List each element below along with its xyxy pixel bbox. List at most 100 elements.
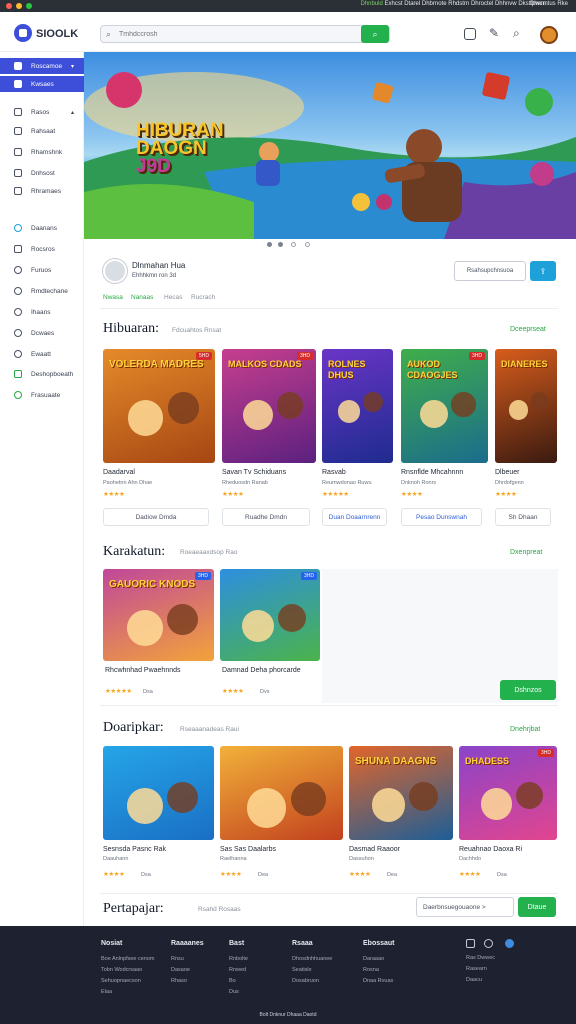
footer-link[interactable]: Elaa bbox=[101, 989, 112, 995]
see-all-link[interactable]: Dceeprseat bbox=[510, 326, 546, 333]
game-thumbnail[interactable]: ROLNES DHUS bbox=[322, 349, 393, 463]
os-link[interactable]: Dhhnvw bbox=[495, 1, 517, 7]
game-card[interactable]: SHUNA DAAGNS Dasmad Raaoor Dassuhon ★★★★ Dea bbox=[349, 746, 453, 886]
newsletter-input[interactable]: Daerbnsuegouaone > bbox=[416, 897, 514, 917]
game-card[interactable]: ROLNES DHUS Rasvab Reumwdonao Ruwu ★★★★★ Dua… bbox=[322, 349, 393, 529]
sidebar-item-6[interactable]: Dnhsost bbox=[0, 165, 84, 181]
game-card[interactable]: GAUORIC KNODS 3HD Rhcwhnhad Pwaehnnds ★★★★★… bbox=[103, 569, 214, 701]
instagram-icon[interactable] bbox=[466, 939, 475, 948]
game-thumbnail[interactable]: AUKOD CDAOGJES 3HD bbox=[401, 349, 488, 463]
tab-4[interactable]: Rucrach bbox=[191, 294, 215, 301]
carousel-dot[interactable] bbox=[305, 242, 310, 247]
sidebar-item-10[interactable]: Furuos bbox=[0, 262, 84, 278]
game-thumbnail[interactable] bbox=[220, 746, 343, 840]
footer-link[interactable]: Rnbolte bbox=[229, 956, 248, 962]
game-card[interactable]: DIANERES Dlbeuer Dhrdofgenn ★★★★ Sh Dhaan bbox=[495, 349, 557, 529]
minimize-window-icon[interactable] bbox=[16, 3, 22, 9]
game-card[interactable]: Sas Sas Daalarbs Raelhanna ★★★★ Dea bbox=[220, 746, 343, 886]
footer-link[interactable]: Rosna bbox=[363, 967, 379, 973]
game-title[interactable]: Rnsnflde Mhcahnnn bbox=[401, 469, 463, 476]
game-card[interactable]: AUKOD CDAOGJES 3HD Rnsnflde Mhcahnnn Dnknoh… bbox=[401, 349, 488, 529]
card-action-button[interactable]: Ruadhe Dmdn bbox=[222, 508, 310, 526]
see-all-link[interactable]: Dxenpreat bbox=[510, 549, 542, 556]
logo-icon[interactable] bbox=[14, 24, 32, 42]
channel-name[interactable]: Dlnmahan Hua bbox=[132, 261, 185, 270]
card-action-button[interactable]: Pesao Dunswnah bbox=[401, 508, 482, 526]
os-link[interactable]: Dhroctel bbox=[471, 1, 493, 7]
os-link[interactable]: Exhcst bbox=[385, 1, 403, 7]
os-link[interactable]: Rhdstrn bbox=[448, 1, 469, 7]
game-card[interactable]: DHADESS 3HD Reuahnao Daoxa Ri Dachhdo ★★★★ Ds… bbox=[459, 746, 557, 886]
game-card[interactable]: 3HD Damnad Deha phorcarde ★★★★ Dvs bbox=[220, 569, 320, 701]
card-action-button[interactable]: Sh Dhaan bbox=[495, 508, 551, 526]
footer-link[interactable]: Bo bbox=[229, 978, 236, 984]
sidebar-item-2[interactable]: Kwsaes bbox=[0, 76, 84, 92]
tab-2[interactable]: Nanaas bbox=[131, 294, 153, 301]
sidebar-item-11[interactable]: Rmdtechane bbox=[0, 283, 84, 299]
subscribe-button[interactable]: Rsahsupchnsuoa bbox=[454, 261, 526, 281]
facebook-icon[interactable] bbox=[505, 939, 514, 948]
footer-link[interactable]: Ras Dwwec bbox=[466, 955, 495, 961]
footer-link[interactable]: Dnaa Rvuas bbox=[363, 978, 393, 984]
footer-link[interactable]: Daraaao bbox=[363, 956, 384, 962]
cast-icon[interactable] bbox=[464, 28, 476, 40]
game-title[interactable]: Sas Sas Daalarbs bbox=[220, 846, 276, 853]
footer-link[interactable]: Seatisle bbox=[292, 967, 312, 973]
footer-link[interactable]: Rnsu bbox=[171, 956, 184, 962]
newsletter-submit-button[interactable]: Dtaue bbox=[518, 897, 556, 917]
tab-3[interactable]: Hecas bbox=[164, 294, 182, 301]
sidebar-item-15[interactable]: Deshopboeath bbox=[0, 366, 84, 382]
footer-link[interactable]: Dasaoe bbox=[171, 967, 190, 973]
footer-link[interactable]: Dosabruon bbox=[292, 978, 319, 984]
footer-link[interactable]: Boe Anlnpfsee cenom bbox=[101, 956, 155, 962]
sidebar-item-8[interactable]: Daanans bbox=[0, 220, 84, 236]
os-link[interactable]: Dhbrnote bbox=[422, 1, 447, 7]
game-thumbnail[interactable]: SHUNA DAAGNS bbox=[349, 746, 453, 840]
game-title[interactable]: Savan Tv Schiduans bbox=[222, 469, 286, 476]
channel-avatar[interactable] bbox=[103, 259, 127, 283]
game-thumbnail[interactable]: DHADESS 3HD bbox=[459, 746, 557, 840]
os-user-name[interactable]: Dhenntus Rke bbox=[530, 1, 568, 7]
game-thumbnail[interactable] bbox=[103, 746, 214, 840]
sidebar-item-16[interactable]: Frasuaate bbox=[0, 387, 84, 403]
sidebar-item-12[interactable]: Ihaans bbox=[0, 304, 84, 320]
game-title[interactable]: Dlbeuer bbox=[495, 469, 520, 476]
game-thumbnail[interactable]: 3HD bbox=[220, 569, 320, 661]
game-title[interactable]: Daadarval bbox=[103, 469, 135, 476]
see-all-link[interactable]: Dnehrjbat bbox=[510, 726, 540, 733]
sidebar-item-9[interactable]: Rocsros bbox=[0, 241, 84, 257]
tab-1[interactable]: Nwasa bbox=[103, 294, 123, 301]
share-button[interactable]: ⇪ bbox=[530, 261, 556, 281]
footer-link[interactable]: Daacu bbox=[466, 977, 482, 983]
search-button[interactable]: ⌕ bbox=[361, 25, 389, 43]
game-thumbnail[interactable]: MALKOS CDADS 3HD bbox=[222, 349, 316, 463]
footer-link[interactable]: Rnwed bbox=[229, 967, 246, 973]
game-thumbnail[interactable]: GAUORIC KNODS 3HD bbox=[103, 569, 214, 661]
os-link[interactable]: Dtarel bbox=[404, 1, 420, 7]
sidebar-item-14[interactable]: Ewaatt bbox=[0, 346, 84, 362]
sidebar-item-7[interactable]: Rhramaes bbox=[0, 183, 84, 199]
edit-icon[interactable]: ✎ bbox=[489, 26, 499, 40]
sidebar-item-4[interactable]: Rahsaat bbox=[0, 123, 84, 139]
game-title[interactable]: Rasvab bbox=[322, 469, 346, 476]
sidebar-item-13[interactable]: Dcwaes bbox=[0, 325, 84, 341]
game-thumbnail[interactable]: DIANERES bbox=[495, 349, 557, 463]
twitter-icon[interactable] bbox=[484, 939, 493, 948]
footer-link[interactable]: Rasearn bbox=[466, 966, 487, 972]
game-title[interactable]: Dasmad Raaoor bbox=[349, 846, 400, 853]
game-title[interactable]: Reuahnao Daoxa Ri bbox=[459, 846, 522, 853]
footer-link[interactable]: Dhosdnhhuanee bbox=[292, 956, 332, 962]
close-window-icon[interactable] bbox=[6, 3, 12, 9]
sidebar-item-5[interactable]: Rhamshnk bbox=[0, 144, 84, 160]
game-card[interactable]: Sesnsda Pasnc Rak Daauhann ★★★★ Dsa bbox=[103, 746, 214, 886]
os-link[interactable]: Dhnbuld bbox=[360, 1, 382, 7]
sidebar-item-1[interactable]: Roscamoe ▾ bbox=[0, 58, 84, 74]
carousel-dot[interactable] bbox=[291, 242, 296, 247]
card-action-button[interactable]: Dadiow Dmda bbox=[103, 508, 209, 526]
search-input[interactable] bbox=[119, 28, 349, 40]
sidebar-item-3[interactable]: Rasos ▴ bbox=[0, 104, 84, 120]
game-card[interactable]: MALKOS CDADS 3HD Savan Tv Schiduans Rheduos… bbox=[222, 349, 316, 529]
game-title[interactable]: Rhcwhnhad Pwaehnnds bbox=[105, 667, 181, 674]
avatar[interactable] bbox=[540, 26, 558, 44]
action-button[interactable]: Dshnzos bbox=[500, 680, 556, 700]
